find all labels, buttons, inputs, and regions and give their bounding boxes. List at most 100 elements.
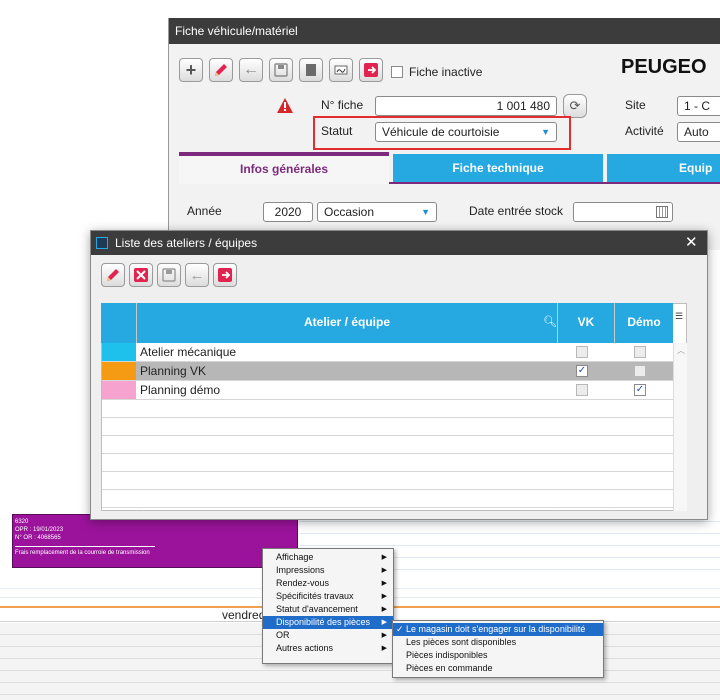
chevron-right-icon: ▶ (381, 580, 387, 587)
row-color-swatch (102, 381, 136, 399)
row-color-swatch (102, 362, 136, 380)
event-separator (15, 546, 155, 547)
occasion-select[interactable]: Occasion ▼ (317, 202, 437, 222)
refresh-button[interactable]: ⟳ (563, 94, 587, 118)
tab-infos-generales[interactable]: Infos générales (179, 152, 389, 184)
edit-button[interactable] (101, 263, 125, 287)
menu-item-disponibilite[interactable]: Disponibilité des pièces ▶ (263, 616, 393, 629)
column-header-atelier[interactable]: Atelier / équipe (137, 315, 557, 329)
exit-button[interactable] (359, 58, 383, 82)
context-menu: Affichage ▶ Impressions ▶ Rendez-vous ▶ Spé… (262, 548, 394, 664)
menu-item-or[interactable]: OR ▶ (263, 629, 393, 642)
column-header-demo[interactable]: Démo (615, 315, 673, 329)
menu-item-label: Les pièces sont disponibles (406, 637, 517, 647)
submenu-item-disponibles[interactable]: Les pièces sont disponibles (393, 636, 603, 649)
back-button[interactable]: ← (239, 58, 263, 82)
delete-button[interactable] (129, 263, 153, 287)
vk-checkbox[interactable] (576, 384, 588, 396)
back-button[interactable]: ← (185, 263, 209, 287)
event-line: Frais remplacement de la courroie de tra… (15, 550, 150, 556)
arrow-left-icon: ← (243, 61, 259, 78)
activite-label: Activité (625, 124, 664, 138)
activite-field[interactable]: Auto (677, 122, 720, 142)
vk-checkbox[interactable]: ✓ (576, 365, 588, 377)
warning-icon (277, 98, 293, 113)
plus-icon: + (185, 59, 197, 80)
grid-scrollbar[interactable]: ︿ (673, 343, 687, 511)
menu-item-label: Rendez-vous (276, 578, 330, 588)
date-stock-field[interactable] (573, 202, 673, 222)
demo-checkbox[interactable] (634, 365, 646, 377)
chevron-right-icon: ▶ (381, 554, 387, 561)
site-label: Site (625, 98, 646, 112)
chevron-down-icon: ▼ (421, 207, 430, 217)
table-row[interactable]: Planning démo ✓ (102, 381, 673, 400)
chevron-right-icon: ▶ (381, 567, 387, 574)
empty-rows (102, 400, 673, 510)
menu-item-specificites[interactable]: Spécificités travaux ▶ (263, 590, 393, 603)
day-label: vendred (222, 608, 266, 622)
annee-label: Année (187, 204, 222, 218)
column-header-vk[interactable]: VK (558, 315, 614, 329)
demo-checkbox[interactable] (634, 346, 646, 358)
submenu-item-indisponibles[interactable]: Pièces indisponibles (393, 649, 603, 662)
menu-item-label: Statut d'avancement (276, 604, 358, 614)
vk-checkbox[interactable] (576, 346, 588, 358)
atelier-list-dialog: Liste des ateliers / équipes ✕ ← Atelier… (90, 230, 708, 520)
app-icon (96, 237, 108, 249)
tab-fiche-technique[interactable]: Fiche technique (393, 154, 603, 182)
exit-icon (218, 268, 232, 282)
refresh-icon: ⟳ (569, 98, 581, 113)
chevron-right-icon: ▶ (381, 593, 387, 600)
menu-item-rendez-vous[interactable]: Rendez-vous ▶ (263, 577, 393, 590)
menu-item-label: Affichage (276, 552, 314, 562)
statut-label: Statut (321, 124, 353, 138)
annee-field[interactable]: 2020 (263, 202, 313, 222)
inactive-checkbox[interactable] (391, 66, 403, 78)
chevron-right-icon: ▶ (381, 645, 387, 652)
statut-value: Véhicule de courtoisie (382, 125, 500, 139)
site-field[interactable]: 1 - C (677, 96, 720, 116)
menu-item-statut[interactable]: Statut d'avancement ▶ (263, 603, 393, 616)
tab-equipement[interactable]: Equip (607, 154, 720, 182)
exit-icon (364, 63, 378, 77)
menu-item-label: Autres actions (276, 643, 334, 653)
menu-item-label: Le magasin doit s'engager sur la disponi… (406, 624, 586, 634)
calendar-event[interactable]: 6320 OPR : 19/01/2023 N° OR : 4068565 Fr… (12, 514, 298, 568)
pencil-icon (215, 64, 227, 76)
vehicle-brand: PEUGEO (621, 56, 707, 78)
demo-checkbox[interactable]: ✓ (634, 384, 646, 396)
column-settings-icon[interactable]: ☰ (675, 311, 683, 322)
save-button[interactable] (269, 58, 293, 82)
menu-item-label: Spécificités travaux (276, 591, 354, 601)
table-row[interactable]: Planning VK ✓ (102, 362, 673, 381)
date-stock-label: Date entrée stock (469, 204, 564, 218)
occasion-value: Occasion (324, 205, 375, 219)
close-icon[interactable]: ✕ (685, 233, 698, 251)
menu-item-label: Disponibilité des pièces (276, 617, 371, 627)
scroll-up-icon[interactable]: ︿ (677, 345, 685, 356)
menu-item-impressions[interactable]: Impressions ▶ (263, 564, 393, 577)
submenu-item-commande[interactable]: Pièces en commande (393, 662, 603, 675)
print-button[interactable] (299, 58, 323, 82)
edit-button[interactable] (209, 58, 233, 82)
menu-item-affichage[interactable]: Affichage ▶ (263, 551, 393, 564)
row-color-swatch (102, 343, 136, 361)
menu-item-autres-actions[interactable]: Autres actions ▶ (263, 642, 393, 655)
window-title: Fiche véhicule/matériel (169, 18, 720, 44)
save-button[interactable] (157, 263, 181, 287)
table-row[interactable]: Atelier mécanique (102, 343, 673, 362)
floppy-icon (274, 63, 288, 77)
vehicle-record-window: Fiche véhicule/matériel + ← Fiche inacti… (168, 18, 720, 250)
nfiche-field[interactable]: 1 001 480 (375, 96, 557, 116)
pencil-icon (107, 269, 119, 281)
add-button[interactable]: + (179, 58, 203, 82)
chevron-right-icon: ▶ (381, 606, 387, 613)
submenu-item-engager[interactable]: ✓ Le magasin doit s'engager sur la dispon… (393, 623, 603, 636)
menu-item-label: Pièces en commande (406, 663, 493, 673)
search-icon[interactable]: 🔍︎ (543, 315, 557, 328)
exit-button[interactable] (213, 263, 237, 287)
row-name: Planning démo (140, 383, 221, 397)
statut-select[interactable]: Véhicule de courtoisie ▼ (375, 122, 557, 142)
sign-button[interactable] (329, 58, 353, 82)
